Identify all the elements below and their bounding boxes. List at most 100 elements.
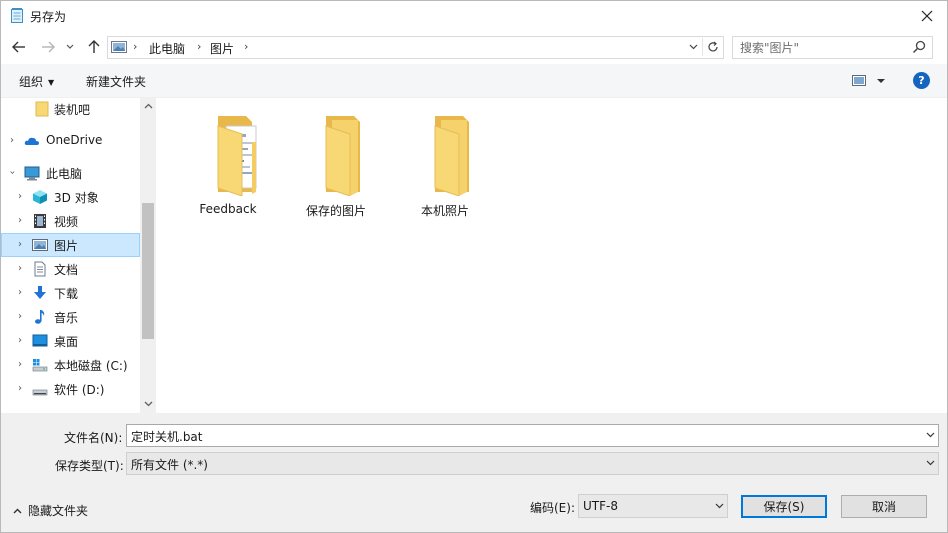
change-view-button[interactable] bbox=[852, 73, 892, 89]
command-bar: 组织 ▼ 新建文件夹 ? bbox=[1, 64, 947, 98]
arrow-right-icon bbox=[42, 41, 55, 53]
pictures-icon bbox=[32, 239, 48, 251]
address-bar[interactable]: › 此电脑 › 图片 › bbox=[107, 36, 724, 59]
filename-combobox[interactable]: 定时关机.bat bbox=[126, 424, 939, 447]
chevron-down-icon bbox=[926, 432, 934, 438]
pictures-small-icon bbox=[111, 41, 127, 53]
folder-label: 本机照片 bbox=[420, 204, 469, 218]
arrow-up-icon bbox=[88, 40, 100, 53]
title-bar: 另存为 bbox=[1, 1, 947, 31]
video-icon bbox=[34, 214, 46, 228]
nav-item-downloads[interactable]: › 下载 bbox=[1, 281, 140, 305]
breadcrumb-separator-icon: › bbox=[197, 40, 202, 53]
chevron-right-icon[interactable]: › bbox=[15, 311, 25, 322]
help-button[interactable]: ? bbox=[913, 72, 930, 89]
folder-icon bbox=[35, 101, 49, 117]
hide-folders-toggle[interactable]: 隐藏文件夹 bbox=[13, 502, 88, 519]
folder-item-camera-roll[interactable]: 本机照片 bbox=[397, 112, 493, 222]
nav-item-music[interactable]: › 音乐 bbox=[1, 305, 140, 329]
chevron-right-icon[interactable]: › bbox=[15, 359, 25, 370]
search-icon[interactable] bbox=[912, 40, 926, 54]
encoding-dropdown-button[interactable] bbox=[713, 500, 725, 512]
nav-item-label: 桌面 bbox=[54, 335, 79, 349]
organize-menu[interactable]: 组织 ▼ bbox=[19, 73, 54, 90]
caret-down-icon: ▼ bbox=[48, 78, 55, 87]
desktop-icon bbox=[32, 334, 48, 347]
chevron-right-icon[interactable]: › bbox=[15, 263, 25, 274]
recent-locations-button[interactable] bbox=[63, 37, 77, 57]
chevron-right-icon[interactable]: › bbox=[15, 335, 25, 346]
chevron-right-icon[interactable]: › bbox=[15, 239, 25, 250]
nav-item-label: 本地磁盘 (C:) bbox=[54, 359, 128, 373]
filetype-value: 所有文件 (*.*) bbox=[131, 458, 208, 472]
folder-icon bbox=[325, 116, 360, 196]
nav-item-drive-c[interactable]: › 本地磁盘 (C:) bbox=[1, 353, 140, 377]
forward-button[interactable] bbox=[38, 37, 58, 57]
cloud-icon bbox=[24, 137, 39, 145]
breadcrumb-separator-icon: › bbox=[244, 40, 249, 53]
filename-dropdown-button[interactable] bbox=[924, 429, 936, 441]
filename-input[interactable]: 定时关机.bat bbox=[131, 428, 203, 445]
nav-item-label: 文档 bbox=[54, 263, 79, 277]
nav-item-label: 下载 bbox=[54, 287, 79, 301]
save-button[interactable]: 保存(S) bbox=[741, 495, 827, 518]
breadcrumb-separator-icon: › bbox=[133, 40, 138, 53]
scroll-down-icon[interactable] bbox=[140, 396, 156, 412]
chevron-down-icon bbox=[926, 460, 934, 466]
folder-item-saved-pictures[interactable]: 保存的图片 bbox=[288, 112, 384, 222]
filetype-select[interactable]: 所有文件 (*.*) bbox=[126, 452, 939, 475]
refresh-button[interactable] bbox=[702, 38, 722, 56]
music-icon bbox=[35, 310, 45, 324]
cube-icon bbox=[33, 190, 47, 204]
nav-item-videos[interactable]: › 视频 bbox=[1, 209, 140, 233]
encoding-label: 编码(E): bbox=[530, 501, 575, 515]
nav-item-this-pc[interactable]: › 此电脑 bbox=[1, 161, 140, 185]
close-button[interactable] bbox=[907, 1, 947, 31]
drive-c-icon bbox=[32, 359, 48, 372]
cancel-button[interactable]: 取消 bbox=[841, 495, 927, 518]
nav-item-onedrive[interactable]: › OneDrive bbox=[1, 129, 140, 153]
folder-item-feedback[interactable]: Feedback bbox=[180, 112, 276, 222]
chevron-right-icon[interactable]: › bbox=[15, 383, 25, 394]
chevron-down-icon[interactable]: › bbox=[7, 168, 18, 178]
breadcrumb-this-pc[interactable]: 此电脑 bbox=[149, 40, 185, 57]
hide-folders-label: 隐藏文件夹 bbox=[28, 504, 89, 518]
nav-item-documents[interactable]: › 文档 bbox=[1, 257, 140, 281]
nav-item-label: 装机吧 bbox=[54, 103, 91, 117]
chevron-right-icon[interactable]: › bbox=[7, 135, 17, 146]
window-title: 另存为 bbox=[30, 10, 67, 24]
encoding-select[interactable]: UTF-8 bbox=[578, 494, 728, 518]
folder-label: Feedback bbox=[199, 202, 257, 216]
nav-item-label: OneDrive bbox=[46, 133, 103, 147]
filetype-dropdown-button[interactable] bbox=[924, 457, 936, 469]
nav-item-label: 软件 (D:) bbox=[54, 383, 105, 397]
up-button[interactable] bbox=[84, 37, 104, 57]
back-button[interactable] bbox=[9, 37, 29, 57]
folder-icon bbox=[434, 116, 469, 196]
nav-item-drive-d[interactable]: › 软件 (D:) bbox=[1, 377, 140, 401]
nav-item-3d-objects[interactable]: › 3D 对象 bbox=[1, 185, 140, 209]
save-form: 文件名(N): 定时关机.bat 保存类型(T): 所有文件 (*.*) 隐藏文… bbox=[1, 413, 947, 532]
nav-item-label: 3D 对象 bbox=[54, 191, 99, 205]
scrollbar-thumb[interactable] bbox=[142, 203, 154, 339]
nav-scrollbar[interactable] bbox=[140, 98, 156, 413]
breadcrumb-pictures[interactable]: 图片 bbox=[210, 40, 234, 57]
nav-item-pictures[interactable]: › 图片 bbox=[1, 233, 140, 257]
new-folder-button[interactable]: 新建文件夹 bbox=[86, 73, 146, 90]
chevron-right-icon[interactable]: › bbox=[15, 287, 25, 298]
chevron-right-icon[interactable]: › bbox=[15, 215, 25, 226]
address-dropdown-button[interactable] bbox=[685, 39, 701, 55]
search-input[interactable] bbox=[733, 37, 910, 58]
nav-item-desktop[interactable]: › 桌面 bbox=[1, 329, 140, 353]
chevron-right-icon[interactable]: › bbox=[15, 191, 25, 202]
scroll-up-icon[interactable] bbox=[140, 98, 156, 114]
organize-label: 组织 bbox=[19, 75, 44, 89]
notepad-icon bbox=[11, 8, 23, 23]
nav-item-label: 图片 bbox=[54, 239, 79, 253]
chevron-down-icon bbox=[715, 503, 723, 509]
filetype-label: 保存类型(T): bbox=[55, 459, 124, 473]
nav-item-zhuangjiba[interactable]: 装机吧 bbox=[1, 98, 140, 121]
nav-item-label: 视频 bbox=[54, 215, 79, 229]
chevron-down-icon bbox=[66, 44, 74, 49]
nav-item-label: 此电脑 bbox=[46, 167, 83, 181]
